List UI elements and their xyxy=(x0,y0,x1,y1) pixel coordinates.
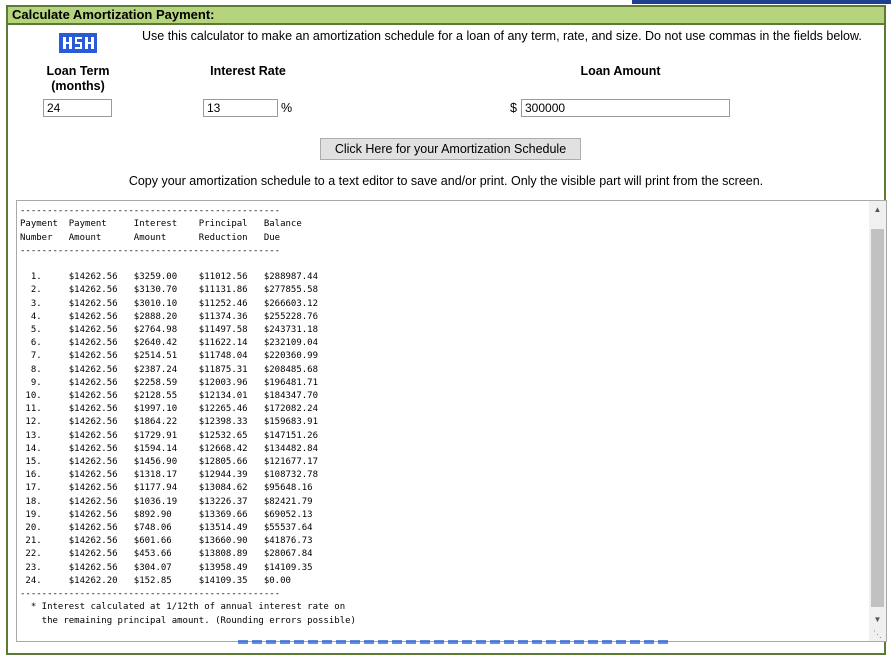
footer-link-fragment xyxy=(238,640,668,644)
loan-amount-label: Loan Amount xyxy=(580,64,661,78)
loan-term-input[interactable] xyxy=(43,99,112,117)
scroll-down-arrow-icon[interactable]: ▼ xyxy=(869,611,886,628)
amortization-schedule-button[interactable]: Click Here for your Amortization Schedul… xyxy=(320,138,581,160)
intro-text: Use this calculator to make an amortizat… xyxy=(142,29,862,43)
panel-header: Calculate Amortization Payment: xyxy=(8,7,884,25)
scroll-up-arrow-icon[interactable]: ▲ xyxy=(869,201,886,218)
copy-note: Copy your amortization schedule to a tex… xyxy=(128,174,764,188)
schedule-textarea[interactable]: · · ------------------------------------… xyxy=(16,200,887,642)
scroll-thumb[interactable] xyxy=(871,229,884,607)
percent-sign: % xyxy=(281,101,293,115)
top-blue-bar xyxy=(632,0,891,4)
loan-term-label: Loan Term (months) xyxy=(46,64,110,93)
dollar-sign: $ xyxy=(510,101,517,115)
resize-grip-icon[interactable]: ⋱ xyxy=(873,628,885,640)
loan-amount-input[interactable] xyxy=(521,99,730,117)
panel-title: Calculate Amortization Payment: xyxy=(12,7,215,22)
schedule-scrollbar[interactable]: ▲ ▼ xyxy=(869,201,886,641)
hsh-logo-icon xyxy=(59,33,97,53)
interest-rate-label: Interest Rate xyxy=(210,64,286,78)
calculator-panel: Calculate Amortization Payment: Use this… xyxy=(6,5,887,655)
schedule-text: · · ------------------------------------… xyxy=(20,201,356,626)
interest-rate-input[interactable] xyxy=(203,99,278,117)
